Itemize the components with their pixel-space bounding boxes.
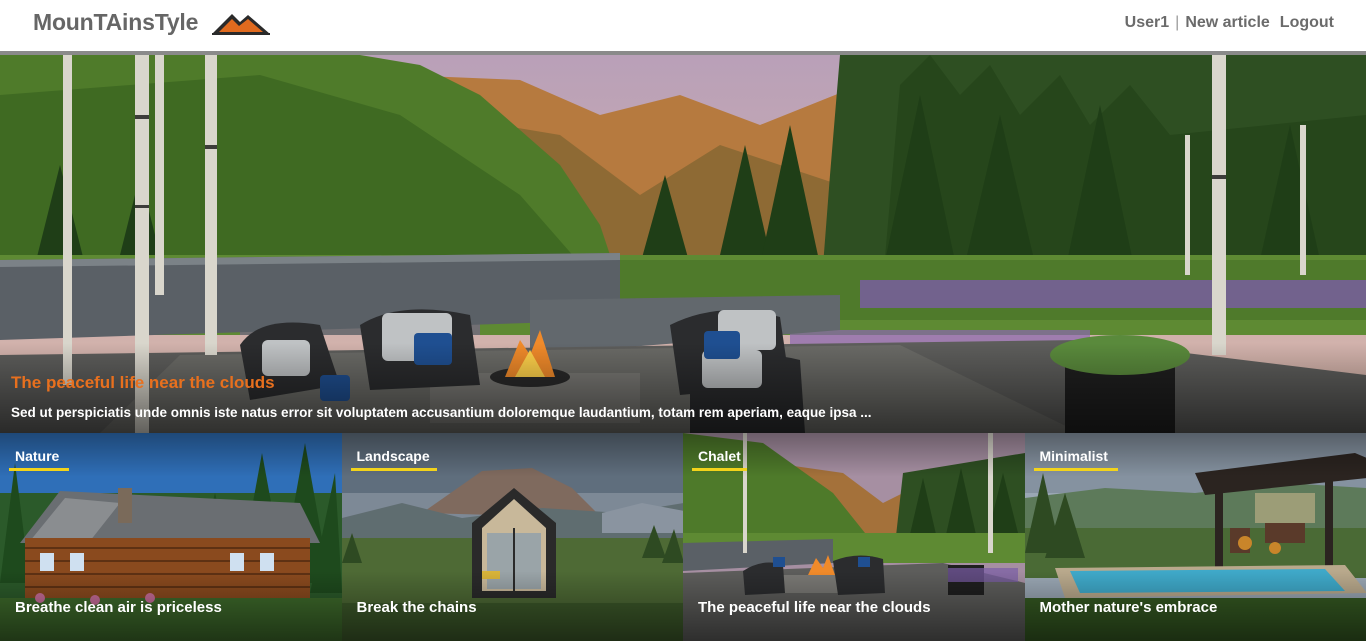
article-card[interactable]: Nature Breathe clean air is priceless	[0, 433, 342, 641]
featured-article-title[interactable]: The peaceful life near the clouds	[11, 373, 275, 393]
featured-article[interactable]: The peaceful life near the clouds Sed ut…	[0, 55, 1366, 433]
article-card-category[interactable]: Minimalist	[1040, 448, 1108, 464]
category-underline	[350, 468, 437, 471]
article-card-title[interactable]: Breathe clean air is priceless	[15, 599, 222, 616]
article-card-title[interactable]: The peaceful life near the clouds	[698, 599, 931, 616]
brand-link[interactable]: MounTAinsTyle	[33, 9, 272, 36]
category-underline	[692, 468, 747, 471]
featured-article-excerpt: Sed ut perspiciatis unde omnis iste natu…	[11, 405, 872, 420]
article-card-category[interactable]: Nature	[15, 448, 59, 464]
nav-separator: |	[1175, 14, 1180, 31]
article-card[interactable]: Chalet The peaceful life near the clouds	[683, 433, 1025, 641]
category-underline	[1033, 468, 1118, 471]
article-card-category[interactable]: Chalet	[698, 448, 741, 464]
top-header: MounTAinsTyle User1 | New article Logout	[0, 0, 1366, 51]
user-nav: User1 | New article Logout	[1125, 14, 1334, 32]
article-cards-row: Nature Breathe clean air is priceless La…	[0, 433, 1366, 641]
logout-link[interactable]: Logout	[1280, 14, 1334, 32]
article-card-title[interactable]: Mother nature's embrace	[1040, 599, 1218, 616]
category-underline	[9, 468, 69, 471]
article-card[interactable]: Landscape Break the chains	[341, 433, 683, 641]
article-card[interactable]: Minimalist Mother nature's embrace	[1024, 433, 1366, 641]
user-profile-link[interactable]: User1	[1125, 14, 1169, 32]
brand-name: MounTAinsTyle	[33, 9, 199, 35]
article-card-category[interactable]: Landscape	[357, 448, 430, 464]
mountain-logo-icon	[212, 13, 271, 35]
new-article-link[interactable]: New article	[1185, 14, 1269, 32]
article-card-title[interactable]: Break the chains	[357, 599, 477, 616]
